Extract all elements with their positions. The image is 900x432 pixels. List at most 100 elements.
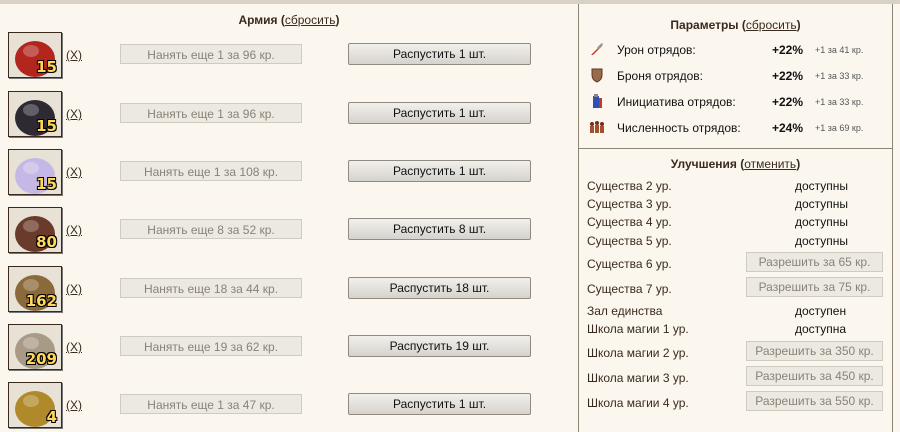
dismiss-button[interactable]: Распустить 8 шт. <box>348 218 531 240</box>
red-creature-icon[interactable]: 15 <box>8 32 62 78</box>
param-upgrade-link[interactable]: +1 за 33 кр. <box>815 97 863 107</box>
side-panel: Параметры (сбросить) Урон отрядов: +22% +1… <box>579 4 892 432</box>
upgrade-status: доступен <box>795 304 847 318</box>
upgrade-row: Существа 4 ур. доступны <box>587 213 887 231</box>
unit-remove-link[interactable]: (X) <box>66 282 82 296</box>
unit-count: 4 <box>46 408 57 426</box>
param-label: Инициатива отрядов: <box>617 95 736 109</box>
dismiss-button[interactable]: Распустить 1 шт. <box>348 393 531 415</box>
upgrade-unlock-button[interactable]: Разрешить за 550 кр. <box>746 391 883 411</box>
unit-count: 15 <box>36 175 57 193</box>
unit-count: 15 <box>36 117 57 135</box>
dismiss-button[interactable]: Распустить 1 шт. <box>348 102 531 124</box>
upgrade-label: Существа 3 ур. <box>587 197 672 211</box>
unit-row: 15 (X) Нанять еще 1 за 108 кр. Распустить 1… <box>0 149 578 197</box>
upgrade-row: Существа 2 ур. доступны <box>587 177 887 195</box>
upgrade-label: Существа 5 ур. <box>587 234 672 248</box>
upgrade-label: Зал единства <box>587 304 663 318</box>
army-reset-link[interactable]: сбросить <box>285 13 336 27</box>
hire-button[interactable]: Нанять еще 1 за 96 кр. <box>120 103 302 123</box>
unit-remove-link[interactable]: (X) <box>66 165 82 179</box>
upgrade-row: Школа магии 2 ур. Разрешить за 350 кр. <box>587 341 887 362</box>
params-reset-link[interactable]: сбросить <box>746 18 797 32</box>
dismiss-button[interactable]: Распустить 18 шт. <box>348 277 531 299</box>
upgrade-row: Зал единства доступен <box>587 302 887 320</box>
param-value: +24% <box>772 121 804 135</box>
upgrade-label: Школа магии 4 ур. <box>587 396 689 410</box>
upgrade-row: Существа 3 ур. доступны <box>587 195 887 213</box>
hire-button[interactable]: Нанять еще 1 за 108 кр. <box>120 161 302 181</box>
army-header: Армия (сбросить) <box>238 13 340 27</box>
right-border <box>892 4 893 432</box>
unit-row: 80 (X) Нанять еще 8 за 52 кр. Распустить 8 … <box>0 207 578 255</box>
hire-button[interactable]: Нанять еще 19 за 62 кр. <box>120 336 302 356</box>
hire-button[interactable]: Нанять еще 18 за 44 кр. <box>120 278 302 298</box>
upgrade-unlock-button[interactable]: Разрешить за 450 кр. <box>746 366 883 386</box>
upgrade-status: доступны <box>795 234 849 248</box>
army-title: Армия <box>238 13 278 27</box>
hire-button[interactable]: Нанять еще 8 за 52 кр. <box>120 219 302 239</box>
horned-demon-icon[interactable]: 80 <box>8 207 62 253</box>
param-upgrade-link[interactable]: +1 за 41 кр. <box>815 45 863 55</box>
upgrade-unlock-button[interactable]: Разрешить за 350 кр. <box>746 341 883 361</box>
dark-horse-icon[interactable]: 15 <box>8 91 62 137</box>
hire-button[interactable]: Нанять еще 1 за 96 кр. <box>120 44 302 64</box>
potion-icon <box>589 93 605 109</box>
unit-remove-link[interactable]: (X) <box>66 223 82 237</box>
upgrade-row: Существа 7 ур. Разрешить за 75 кр. <box>587 277 887 298</box>
upgrades-header: Улучшения (отменить) <box>670 157 801 171</box>
upgrade-row: Существа 6 ур. Разрешить за 65 кр. <box>587 252 887 273</box>
param-label: Урон отрядов: <box>617 43 696 57</box>
upgrade-label: Существа 7 ур. <box>587 282 672 296</box>
unit-remove-link[interactable]: (X) <box>66 107 82 121</box>
upgrade-label: Существа 6 ур. <box>587 257 672 271</box>
upgrade-status: доступна <box>795 322 847 336</box>
unit-count: 15 <box>36 58 57 76</box>
upgrade-label: Школа магии 3 ур. <box>587 371 689 385</box>
param-row: Урон отрядов: +22% +1 за 41 кр. <box>579 40 892 60</box>
dismiss-button[interactable]: Распустить 1 шт. <box>348 43 531 65</box>
param-value: +22% <box>772 95 804 109</box>
upgrade-label: Существа 4 ур. <box>587 215 672 229</box>
unit-remove-link[interactable]: (X) <box>66 398 82 412</box>
upgrade-label: Существа 2 ур. <box>587 179 672 193</box>
section-divider <box>579 148 892 149</box>
upgrade-unlock-button[interactable]: Разрешить за 75 кр. <box>746 277 883 297</box>
dwarf-warrior-icon[interactable]: 162 <box>8 266 62 312</box>
params-header: Параметры (сбросить) <box>670 18 801 32</box>
param-label: Численность отрядов: <box>617 121 741 135</box>
unit-row: 4 (X) Нанять еще 1 за 47 кр. Распустить 1 ш… <box>0 382 578 430</box>
army-panel: Армия (сбросить) 15 (X) Нанять еще 1 за 96… <box>0 4 578 432</box>
param-value: +22% <box>772 69 804 83</box>
unit-row: 15 (X) Нанять еще 1 за 96 кр. Распустить 1 … <box>0 32 578 80</box>
param-upgrade-link[interactable]: +1 за 33 кр. <box>815 71 863 81</box>
bearded-warrior-icon[interactable]: 209 <box>8 324 62 370</box>
unit-count: 80 <box>36 233 57 251</box>
param-row: Инициатива отрядов: +22% +1 за 33 кр. <box>579 92 892 112</box>
unit-remove-link[interactable]: (X) <box>66 340 82 354</box>
upgrade-status: доступны <box>795 197 849 211</box>
param-row: Численность отрядов: +24% +1 за 69 кр. <box>579 118 892 138</box>
unicorn-icon[interactable]: 15 <box>8 149 62 195</box>
unit-count: 162 <box>25 292 57 310</box>
upgrade-row: Школа магии 1 ур. доступна <box>587 320 887 338</box>
troops-icon <box>589 119 605 135</box>
param-row: Броня отрядов: +22% +1 за 33 кр. <box>579 66 892 86</box>
sword-icon <box>589 41 605 57</box>
armored-knight-icon[interactable]: 4 <box>8 382 62 428</box>
upgrades-title: Улучшения <box>670 157 737 171</box>
dismiss-button[interactable]: Распустить 19 шт. <box>348 335 531 357</box>
upgrade-row: Школа магии 3 ур. Разрешить за 450 кр. <box>587 366 887 387</box>
upgrade-unlock-button[interactable]: Разрешить за 65 кр. <box>746 252 883 272</box>
upgrade-status: доступны <box>795 179 849 193</box>
upgrades-cancel-link[interactable]: отменить <box>744 157 796 171</box>
shield-icon <box>589 67 605 83</box>
dismiss-button[interactable]: Распустить 1 шт. <box>348 160 531 182</box>
param-upgrade-link[interactable]: +1 за 69 кр. <box>815 123 863 133</box>
unit-remove-link[interactable]: (X) <box>66 48 82 62</box>
unit-count: 209 <box>25 350 57 368</box>
upgrade-status: доступны <box>795 215 849 229</box>
unit-row: 15 (X) Нанять еще 1 за 96 кр. Распустить 1 … <box>0 91 578 139</box>
upgrade-row: Школа магии 4 ур. Разрешить за 550 кр. <box>587 391 887 412</box>
hire-button[interactable]: Нанять еще 1 за 47 кр. <box>120 394 302 414</box>
